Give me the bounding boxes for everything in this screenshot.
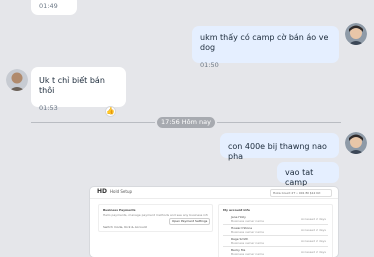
screenshot-row-sub: Business owner name (231, 252, 264, 256)
screenshot-panel-right: My account info Jane Holly Business owne… (218, 204, 333, 257)
message-text: Uk t chỉ biết bán thôi (39, 76, 105, 95)
message-bubble-outgoing[interactable]: ukm thấy có camp cờ bán áo ve dog 01:50 (192, 26, 339, 69)
message-time: 01:49 (39, 2, 58, 10)
screenshot-logo: HD (97, 188, 108, 195)
screenshot-link: Switch mode, Kick & Account (103, 225, 147, 229)
shared-screenshot-image[interactable]: HD Hold Setup Hoka Count 2T • 001 Bt $12… (90, 187, 338, 257)
message-bubble-outgoing[interactable]: con 400e bij thawng nao pha (220, 133, 339, 161)
divider-line-right (217, 122, 341, 123)
screenshot-section-title: My account info (223, 208, 250, 212)
user-avatar[interactable] (345, 132, 367, 154)
screenshot-header: HD Hold Setup Hoka Count 2T • 001 Bt $12… (90, 187, 338, 199)
screenshot-row-divider (223, 235, 328, 236)
screenshot-button: Open Payment Settings (169, 218, 211, 225)
screenshot-row-sub: Business owner name (231, 230, 264, 234)
message-time: 01:50 (200, 61, 219, 69)
screenshot-row-date: Accessed 2 days (301, 239, 326, 243)
screenshot-row-divider (223, 246, 328, 247)
message-text: vao tat camp (285, 168, 314, 187)
screenshot-section-title: Business Payments (103, 208, 136, 212)
contact-avatar[interactable] (6, 69, 28, 91)
message-text: con 400e bij thawng nao pha (228, 142, 327, 161)
screenshot-section-desc: Hello payments, manage payment methods a… (103, 213, 208, 217)
date-divider: 17:56 Hôm nay (157, 117, 215, 128)
screenshot-panel-left: Business Payments Hello payments, manage… (98, 204, 213, 232)
screenshot-row-sub: Business owner name (231, 241, 264, 245)
message-bubble-outgoing[interactable]: vao tat camp (277, 162, 339, 187)
divider-line-left (31, 122, 155, 123)
screenshot-row-date: Accessed 2 days (301, 228, 326, 232)
user-avatar[interactable] (345, 23, 367, 45)
screenshot-row-date: Accessed 2 days (301, 250, 326, 254)
message-text: ukm thấy có camp cờ bán áo ve dog (200, 33, 329, 52)
reaction-like-icon[interactable]: 👍 (105, 106, 116, 117)
screenshot-select: Hoka Count 2T • 001 Bt $12 Kit (270, 189, 332, 197)
screenshot-row-sub: Business owner name (231, 219, 264, 223)
screenshot-title: Hold Setup (110, 189, 133, 194)
message-bubble-incoming[interactable]: 01:49 (31, 0, 77, 15)
message-bubble-incoming[interactable]: Uk t chỉ biết bán thôi 01:53 (31, 67, 126, 112)
screenshot-row-date: Accessed 2 days (301, 217, 326, 221)
screenshot-row-divider (223, 224, 328, 225)
